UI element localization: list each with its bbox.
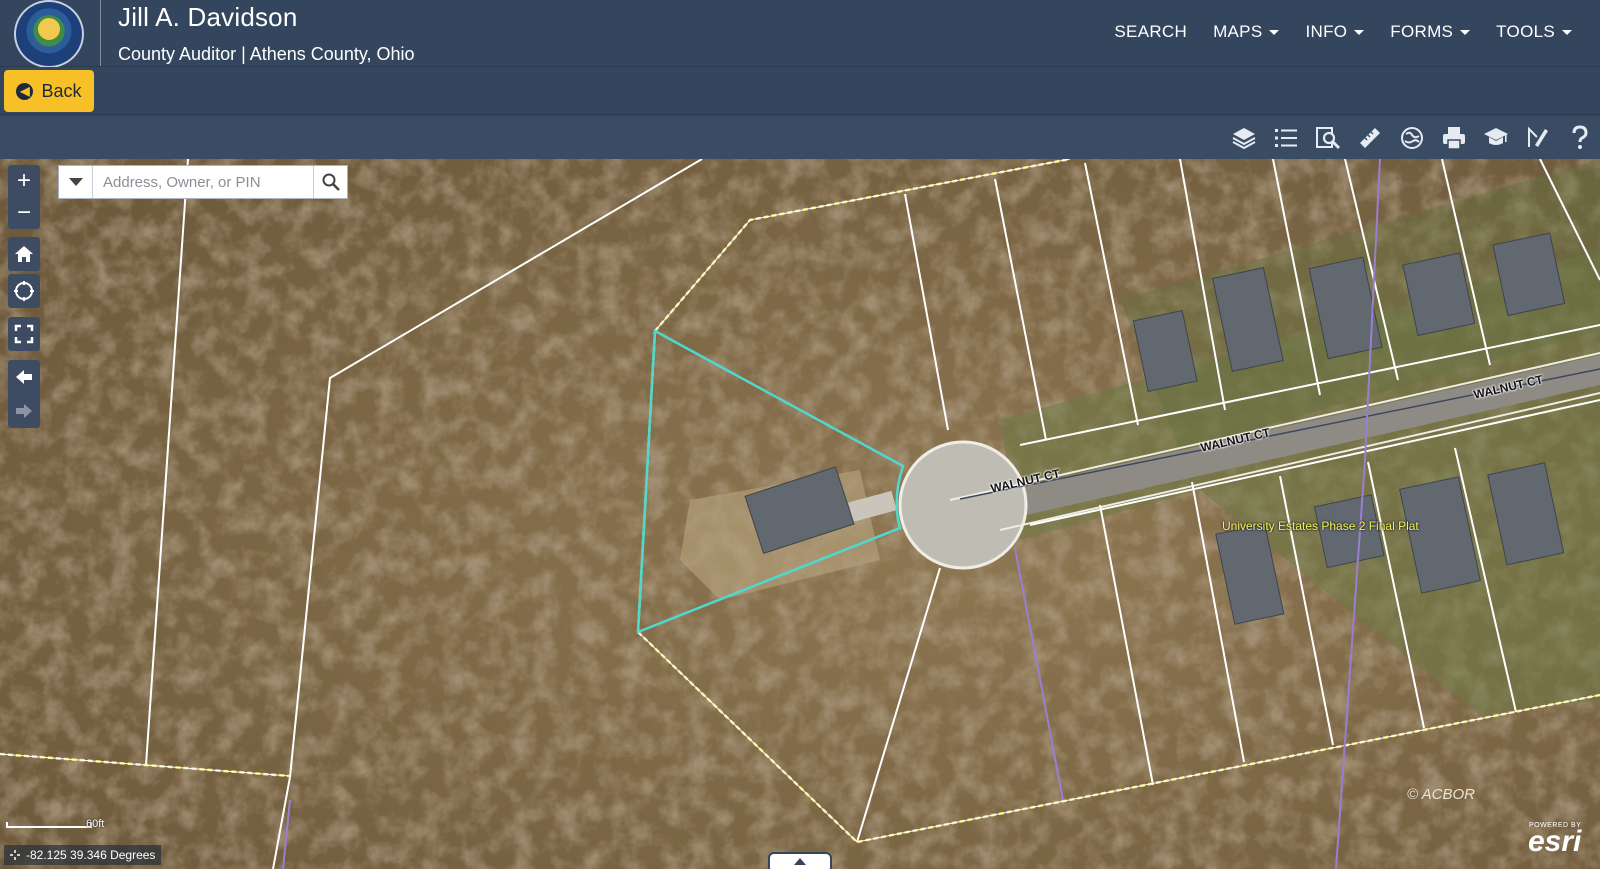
caret-down-icon — [1269, 29, 1280, 35]
search-type-dropdown[interactable] — [59, 166, 93, 198]
search-icon — [322, 173, 340, 191]
scale-bar-graphic — [6, 822, 92, 828]
home-icon — [15, 246, 33, 262]
app-header: Jill A. Davidson County Auditor | Athens… — [0, 0, 1600, 68]
next-extent-button[interactable] — [8, 394, 40, 428]
esri-wordmark: esri — [1528, 825, 1582, 858]
bottom-panel-toggle[interactable] — [768, 852, 832, 869]
imagery-copyright: © ACBOR — [1407, 786, 1476, 803]
previous-extent-button[interactable] — [8, 360, 40, 394]
basemap-gallery-icon[interactable] — [1398, 124, 1426, 152]
plat-label: University Estates Phase 2 Final Plat — [1222, 519, 1419, 533]
caret-down-icon — [1460, 29, 1471, 35]
header-divider — [100, 0, 101, 66]
nav-tools[interactable]: TOOLS — [1496, 22, 1572, 42]
map-tools — [1230, 116, 1594, 159]
back-arrow-icon: ◀ — [16, 82, 34, 100]
page-title: Jill A. Davidson — [118, 2, 298, 32]
locate-button[interactable] — [8, 274, 40, 308]
nav-info[interactable]: INFO — [1305, 22, 1365, 42]
help-icon[interactable] — [1566, 124, 1594, 152]
page-subtitle: County Auditor | Athens County, Ohio — [118, 44, 415, 64]
nav-forms[interactable]: FORMS — [1390, 22, 1471, 42]
nav-info-label: INFO — [1305, 22, 1348, 41]
fullscreen-icon — [14, 324, 34, 344]
search-button[interactable] — [313, 166, 347, 198]
nav-tools-label: TOOLS — [1496, 22, 1555, 41]
main-nav: SEARCH MAPS INFO FORMS TOOLS — [1114, 22, 1572, 42]
back-button[interactable]: ◀ Back — [4, 70, 94, 112]
zoom-control: + − — [8, 165, 40, 229]
county-seal-logo — [14, 0, 84, 68]
nav-maps-label: MAPS — [1213, 22, 1263, 41]
scale-label: 60ft — [86, 818, 105, 830]
caret-down-icon — [68, 178, 83, 186]
crosshair-icon — [10, 850, 20, 860]
coordinate-text: -82.125 39.346 Degrees — [26, 848, 156, 862]
aerial-imagery — [0, 159, 1600, 869]
legend-list-icon[interactable] — [1272, 124, 1300, 152]
draw-markup-icon[interactable] — [1524, 124, 1552, 152]
chevron-up-icon — [794, 858, 806, 865]
arrow-left-icon — [16, 370, 32, 384]
scale-bar: 60ft — [6, 818, 104, 830]
zoom-out-button[interactable]: − — [8, 197, 40, 229]
measure-ruler-icon[interactable] — [1356, 124, 1384, 152]
identify-search-icon[interactable] — [1314, 124, 1342, 152]
locate-crosshair-icon — [14, 281, 34, 301]
print-icon[interactable] — [1440, 124, 1468, 152]
nav-maps[interactable]: MAPS — [1213, 22, 1280, 42]
fullscreen-button[interactable] — [8, 317, 40, 351]
nav-search[interactable]: SEARCH — [1114, 22, 1187, 42]
arrow-right-icon — [16, 404, 32, 418]
nav-forms-label: FORMS — [1390, 22, 1454, 41]
search-input[interactable] — [93, 166, 313, 198]
map-search — [58, 165, 348, 199]
map-view[interactable]: WALNUT CT WALNUT CT WALNUT CT University… — [0, 159, 1600, 869]
nav-search-label: SEARCH — [1114, 22, 1188, 41]
back-button-label: Back — [41, 80, 82, 101]
zoom-in-button[interactable]: + — [8, 165, 40, 197]
home-button[interactable] — [8, 237, 40, 271]
layers-icon[interactable] — [1230, 124, 1258, 152]
education-cap-icon[interactable] — [1482, 124, 1510, 152]
back-bar — [0, 67, 1600, 115]
coordinate-readout[interactable]: -82.125 39.346 Degrees — [4, 845, 162, 865]
caret-down-icon — [1562, 29, 1572, 35]
caret-down-icon — [1354, 29, 1365, 35]
esri-logo: POWERED BY esri — [1528, 822, 1582, 858]
